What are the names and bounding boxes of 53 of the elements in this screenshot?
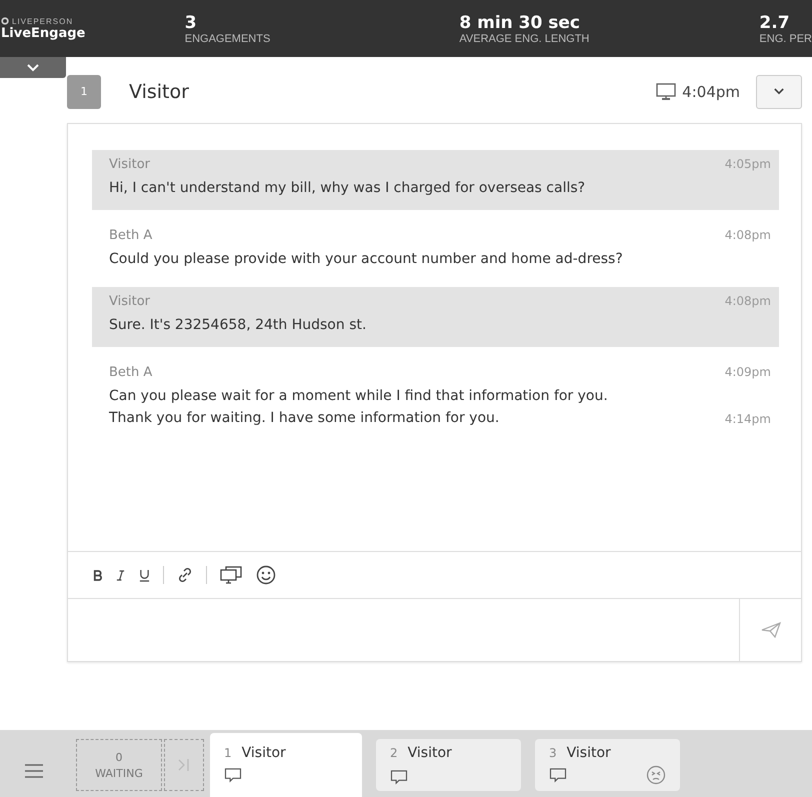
waiting-count: 0: [116, 750, 122, 764]
message-time: 4:08pm: [724, 228, 771, 243]
chat-bubble-icon: [549, 768, 567, 782]
brand-caption: LIVEPERSON: [12, 16, 74, 26]
paper-plane-icon: [760, 622, 780, 638]
conversation-title: Visitor: [129, 80, 189, 102]
tab-title: Visitor: [408, 745, 452, 761]
smiley-icon: [256, 565, 276, 585]
message-text: Thank you for waiting. I have some information for you.: [109, 410, 500, 426]
underline-icon: [139, 568, 150, 582]
message-time: 4:09pm: [724, 365, 771, 380]
tab-number: 3: [549, 746, 557, 760]
conversation-number: 1: [67, 74, 101, 108]
stat-value: 3: [184, 12, 198, 32]
tab-title: Visitor: [566, 745, 611, 761]
tab-title: Visitor: [242, 745, 286, 761]
waiting-label: WAITING: [95, 766, 143, 780]
menu-icon: [25, 764, 43, 778]
message-time: 4:14pm: [724, 412, 771, 426]
message-text: Hi, I can't understand my bill, why was I charged for overseas calls?: [109, 180, 586, 196]
sender-name: Beth A: [109, 365, 152, 380]
tab-number: 1: [224, 746, 232, 760]
message-text: Could you please provide with your account number and home ad-dress?: [109, 251, 623, 267]
ring-icon: [1, 17, 9, 25]
stat-label: ENG. PER: [759, 32, 812, 44]
sender-name: Visitor: [109, 294, 150, 309]
chevron-down-icon: [27, 64, 39, 72]
chat-bubble-icon: [390, 770, 408, 785]
skip-end-icon: [178, 758, 190, 772]
sender-name: Visitor: [109, 157, 150, 172]
message-text: Can you please wait for a moment while I find that information for you.: [109, 388, 608, 404]
tab-number: 2: [390, 746, 398, 760]
message-time: 4:08pm: [724, 294, 771, 309]
conversation-tab[interactable]: 1 Visitor: [210, 733, 362, 797]
conversation-tab[interactable]: 2 Visitor: [376, 739, 521, 791]
chat-bubble-icon: [224, 768, 242, 783]
link-icon: [177, 567, 193, 583]
screens-icon: [220, 566, 242, 584]
message-text: Sure. It's 23254658, 24th Hudson st.: [109, 317, 366, 333]
monitor-icon: [656, 82, 676, 100]
chevron-down-icon: [774, 88, 784, 95]
conversation-tab[interactable]: 3 Visitor: [535, 739, 680, 791]
message-time: 4:05pm: [724, 157, 771, 172]
brand-name: LiveEngage: [1, 26, 86, 40]
start-time: 4:04pm: [682, 82, 740, 100]
stat-value: 8 min 30 sec: [459, 12, 581, 32]
bold-icon: [93, 570, 102, 580]
stat-label: AVERAGE ENG. LENGTH: [459, 32, 590, 44]
stat-value: 2.7: [759, 12, 791, 32]
italic-icon: [116, 570, 125, 580]
sender-name: Beth A: [109, 228, 152, 243]
message-input[interactable]: [68, 599, 739, 661]
stat-label: ENGAGEMENTS: [184, 32, 272, 44]
